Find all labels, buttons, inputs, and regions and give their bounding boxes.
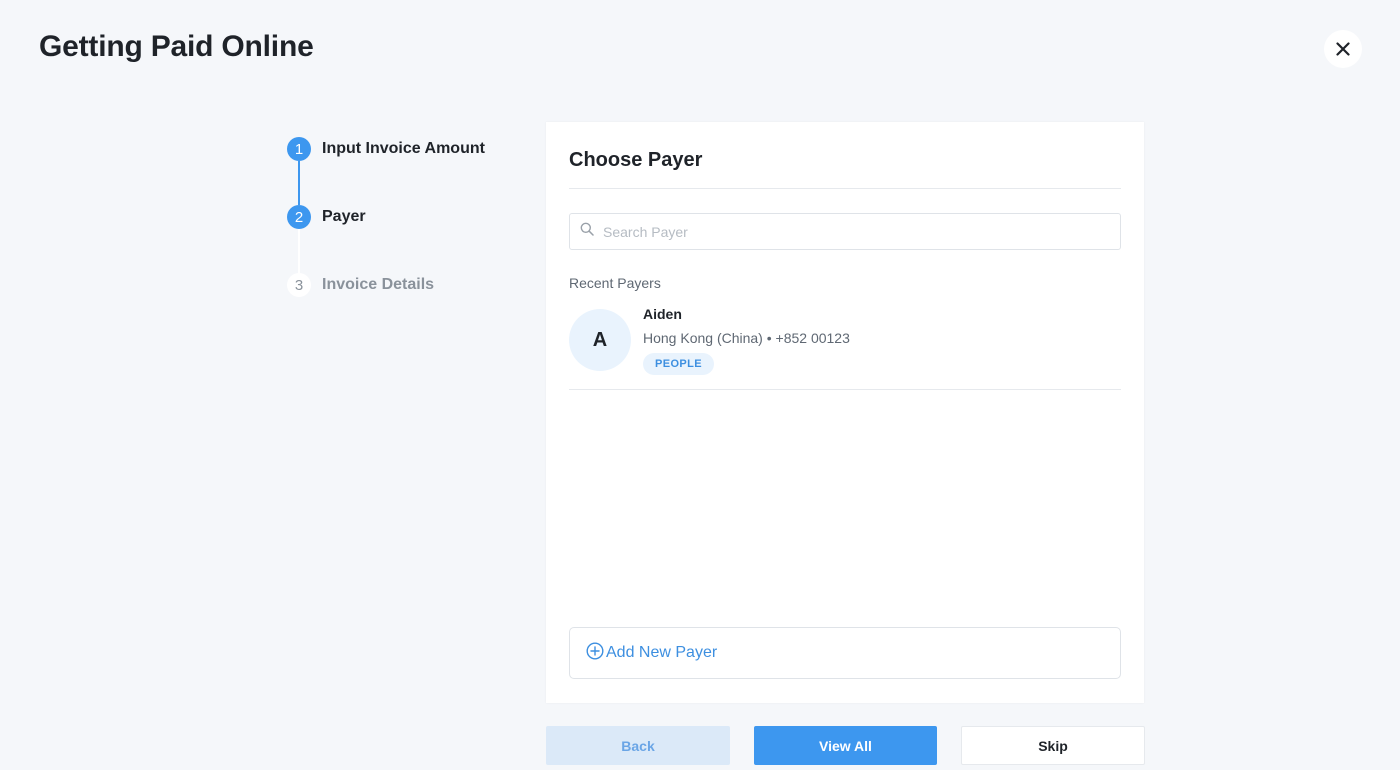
page: Getting Paid Online 1 Input Invoice Amou… xyxy=(0,0,1400,770)
skip-button[interactable]: Skip xyxy=(961,726,1145,765)
step-connector-1 xyxy=(298,161,300,205)
step-label: Input Invoice Amount xyxy=(322,140,485,157)
recent-payers-label: Recent Payers xyxy=(569,275,661,291)
close-button[interactable] xyxy=(1324,30,1362,68)
avatar: A xyxy=(569,309,631,371)
step-payer[interactable]: 2 Payer xyxy=(287,205,366,229)
back-button[interactable]: Back xyxy=(546,726,730,765)
step-invoice-details[interactable]: 3 Invoice Details xyxy=(287,273,434,297)
add-new-payer-label: Add New Payer xyxy=(606,644,718,661)
card-title: Choose Payer xyxy=(569,149,703,171)
search-input[interactable] xyxy=(601,222,1105,241)
page-title: Getting Paid Online xyxy=(39,30,314,63)
step-label: Payer xyxy=(322,208,366,225)
divider xyxy=(569,188,1121,189)
search-box[interactable] xyxy=(569,213,1121,250)
step-number: 2 xyxy=(287,205,311,229)
payer-type-badge: PEOPLE xyxy=(643,353,715,375)
view-all-button[interactable]: View All xyxy=(754,726,937,765)
list-item[interactable]: A Aiden Hong Kong (China) • +852 00123 P… xyxy=(569,302,1121,390)
step-label: Invoice Details xyxy=(322,276,435,293)
search-icon xyxy=(580,222,594,241)
step-connector-2 xyxy=(298,229,300,273)
add-new-payer-button[interactable]: Add New Payer xyxy=(569,627,1121,679)
choose-payer-card: Choose Payer Recent Payers A Aiden Hong … xyxy=(546,122,1144,703)
step-number: 1 xyxy=(287,137,311,161)
payer-details: Hong Kong (China) • +852 00123 xyxy=(643,330,850,346)
add-circle-icon xyxy=(586,641,604,665)
stepper: 1 Input Invoice Amount 2 Payer 3 Invoice… xyxy=(287,137,527,307)
step-input-invoice-amount[interactable]: 1 Input Invoice Amount xyxy=(287,137,485,161)
close-icon xyxy=(1336,42,1350,56)
payer-name: Aiden xyxy=(643,306,682,322)
step-number: 3 xyxy=(287,273,311,297)
